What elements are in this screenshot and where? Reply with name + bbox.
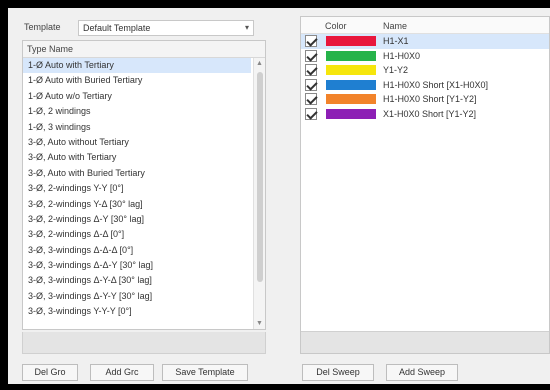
type-list-item[interactable]: 1-Ø, 2 windings [23,104,251,119]
type-list-footer [22,332,266,354]
type-list-item[interactable]: 3-Ø, 3-windings Δ-Δ-Δ [0°] [23,243,251,258]
type-list-scrollbar[interactable]: ▲ ▼ [253,58,265,329]
scroll-up-icon[interactable]: ▲ [256,60,263,67]
type-list-item[interactable]: 1-Ø Auto with Tertiary [23,58,251,74]
sweep-table-footer [301,331,549,353]
sweep-rows: H1-X1 H1-H0X0 Y1-Y2 H1-H0X0 Short [X1-H0X0]… [301,34,549,122]
sweep-enabled-checkbox[interactable] [305,78,317,91]
type-list-item[interactable]: 3-Ø, 3-windings Δ-Δ-Y [30° lag] [23,258,251,273]
sweep-row[interactable]: X1-H0X0 Short [Y1-Y2] [301,107,549,122]
add-sweep-button[interactable]: Add Sweep [386,364,458,381]
type-list-item[interactable]: 1-Ø, 3 windings [23,120,251,135]
sweep-table-header: Color Name [301,17,549,34]
sweep-color-swatch[interactable] [326,94,376,105]
transformer-sweep-window: Template Default Template ▾ Type Name 1-… [8,8,550,384]
sweep-row[interactable]: H1-H0X0 Short [X1-H0X0] [301,78,549,93]
template-selected-value: Default Template [83,23,151,33]
template-dropdown[interactable]: Default Template ▾ [78,20,254,36]
type-list-item[interactable]: 1-Ø Auto with Buried Tertiary [23,73,251,88]
type-list-item[interactable]: 1-Ø Auto w/o Tertiary [23,89,251,104]
type-list-item[interactable]: 3-Ø, Auto with Buried Tertiary [23,166,251,181]
save-template-button[interactable]: Save Template [162,364,248,381]
sweep-name: Y1-Y2 [383,65,409,76]
sweep-enabled-checkbox[interactable] [305,35,317,47]
sweep-table[interactable]: Color Name H1-X1 H1-H0X0 Y1-Y2 H1-H0X0 Shor… [300,16,550,354]
type-list-item[interactable]: 3-Ø, 3-windings Y-Y-Y [0°] [23,304,251,319]
type-list-item[interactable]: 3-Ø, Auto without Tertiary [23,135,251,150]
sweep-row[interactable]: H1-H0X0 [301,49,549,64]
sweep-enabled-checkbox[interactable] [305,49,317,62]
template-label: Template [24,22,61,32]
sweep-name: H1-X1 [383,36,409,46]
type-list-item[interactable]: 3-Ø, 3-windings Δ-Y-Y [30° lag] [23,289,251,304]
sweep-name: H1-H0X0 Short [Y1-Y2] [383,94,477,105]
del-sweep-button[interactable]: Del Sweep [302,364,374,381]
sweep-name: H1-H0X0 Short [X1-H0X0] [383,79,489,90]
sweep-enabled-checkbox[interactable] [305,64,317,77]
type-list-item[interactable]: 3-Ø, 2-windings Y-Y [0°] [23,181,251,196]
sweep-color-swatch[interactable] [326,65,376,76]
type-name-rows: 1-Ø Auto with Tertiary 1-Ø Auto with Buri… [23,58,265,320]
scrollbar-thumb[interactable] [257,72,263,282]
sweep-name: X1-H0X0 Short [Y1-Y2] [383,108,477,119]
sweep-enabled-checkbox[interactable] [305,107,317,120]
column-header-name[interactable]: Name [383,21,407,31]
sweep-row[interactable]: H1-X1 [301,34,549,49]
sweep-color-swatch[interactable] [326,36,376,46]
add-group-button[interactable]: Add Grc [90,364,154,381]
type-list-item[interactable]: 3-Ø, 2-windings Δ-Δ [0°] [23,227,251,242]
type-name-header: Type Name [23,41,265,58]
type-list-item[interactable]: 3-Ø, 2-windings Y-Δ [30° lag] [23,197,251,212]
scroll-down-icon[interactable]: ▼ [256,320,263,327]
type-name-list[interactable]: Type Name 1-Ø Auto with Tertiary 1-Ø Auto… [22,40,266,330]
type-list-item[interactable]: 3-Ø, 3-windings Δ-Y-Δ [30° lag] [23,273,251,288]
type-list-item[interactable]: 3-Ø, 2-windings Δ-Y [30° lag] [23,212,251,227]
sweep-name: H1-H0X0 [383,50,421,61]
chevron-down-icon: ▾ [244,23,249,32]
del-group-button[interactable]: Del Gro [22,364,78,381]
sweep-color-swatch[interactable] [326,50,376,61]
sweep-row[interactable]: Y1-Y2 [301,63,549,78]
sweep-enabled-checkbox[interactable] [305,93,317,106]
column-header-color[interactable]: Color [325,21,347,31]
sweep-row[interactable]: H1-H0X0 Short [Y1-Y2] [301,92,549,107]
sweep-color-swatch[interactable] [326,79,376,90]
sweep-color-swatch[interactable] [326,108,376,119]
type-list-item[interactable]: 3-Ø, Auto with Tertiary [23,150,251,165]
